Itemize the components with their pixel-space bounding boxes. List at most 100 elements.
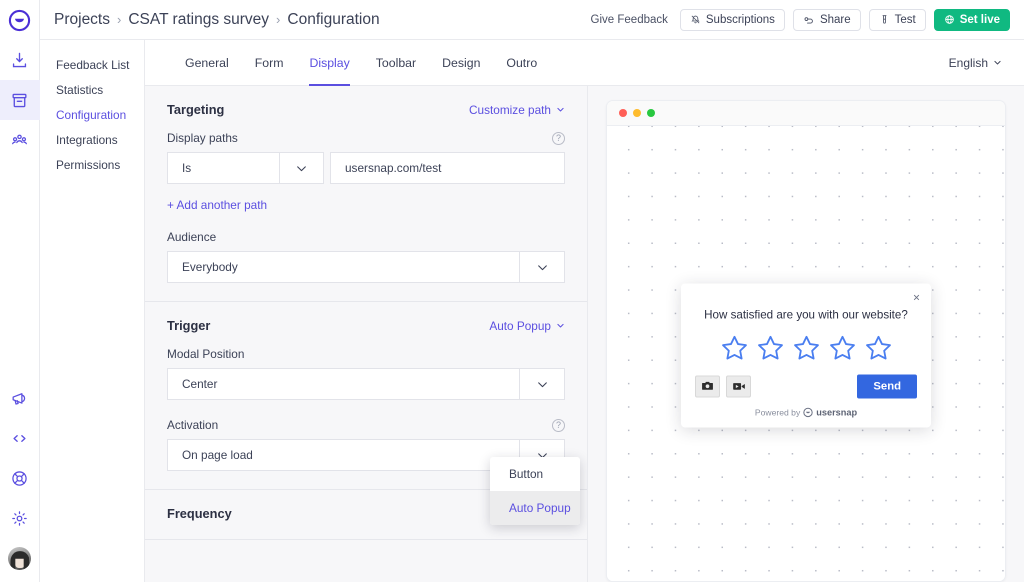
rail-item-team[interactable] xyxy=(0,120,40,160)
rail-secondary-items xyxy=(0,378,40,582)
close-icon[interactable]: × xyxy=(913,291,920,303)
body: Feedback List Statistics Configuration I… xyxy=(40,40,1024,582)
nav-item-statistics[interactable]: Statistics xyxy=(40,77,144,102)
add-another-path-button[interactable]: + Add another path xyxy=(167,198,565,212)
inbox-download-icon xyxy=(10,51,29,70)
test-label: Test xyxy=(895,14,916,26)
rail-item-settings[interactable] xyxy=(0,498,40,538)
star-icon-5[interactable] xyxy=(864,333,893,362)
avatar xyxy=(8,547,31,570)
audience-caret xyxy=(519,252,564,282)
dropdown-option-auto-popup[interactable]: Auto Popup xyxy=(490,491,580,525)
nav-item-feedback-list[interactable]: Feedback List xyxy=(40,52,144,77)
rail-item-developers[interactable] xyxy=(0,418,40,458)
tab-toolbar[interactable]: Toolbar xyxy=(376,40,416,86)
breadcrumb-configuration[interactable]: Configuration xyxy=(287,11,379,29)
rail-item-inbox[interactable] xyxy=(0,40,40,80)
rail-item-avatar[interactable] xyxy=(0,538,40,578)
nav-item-configuration[interactable]: Configuration xyxy=(40,102,144,127)
top-actions: Give Feedback Subscriptions Share xyxy=(587,9,1010,31)
chevron-down-icon xyxy=(295,162,308,175)
code-brackets-icon xyxy=(10,429,29,448)
path-operator-select[interactable]: Is xyxy=(167,152,279,184)
settings-form-pane: Targeting Customize path Display paths ? xyxy=(145,86,588,582)
window-dot-minimize xyxy=(633,109,641,117)
usersnap-smile-logo xyxy=(803,407,813,417)
share-link-icon xyxy=(803,14,815,26)
display-paths-label-row: Display paths ? xyxy=(167,131,565,145)
content: General Form Display Toolbar Design Outr… xyxy=(145,40,1024,582)
path-operator-caret[interactable] xyxy=(279,152,324,184)
app-root: Projects › CSAT ratings survey › Configu… xyxy=(0,0,1024,582)
tab-bar: General Form Display Toolbar Design Outr… xyxy=(145,40,1024,86)
modal-position-select[interactable]: Center xyxy=(167,368,565,400)
rail-item-help[interactable] xyxy=(0,458,40,498)
modal-position-label-row: Modal Position xyxy=(167,347,565,361)
trigger-type-button[interactable]: Auto Popup xyxy=(489,319,565,333)
app-logo[interactable] xyxy=(0,0,40,40)
top-bar: Projects › CSAT ratings survey › Configu… xyxy=(40,0,1024,40)
send-button[interactable]: Send xyxy=(857,374,917,398)
lifebuoy-icon xyxy=(10,469,29,488)
audience-label: Audience xyxy=(167,230,216,244)
language-selector[interactable]: English xyxy=(949,56,1002,70)
language-label: English xyxy=(949,56,988,70)
trigger-type-dropdown: Button Auto Popup xyxy=(490,457,580,525)
display-paths-label: Display paths xyxy=(167,131,238,145)
nav-item-permissions[interactable]: Permissions xyxy=(40,152,144,177)
rail-item-projects[interactable] xyxy=(0,80,40,120)
test-button[interactable]: Test xyxy=(869,9,926,31)
subscriptions-label: Subscriptions xyxy=(706,14,775,26)
breadcrumb-survey[interactable]: CSAT ratings survey xyxy=(128,11,269,29)
activation-help-icon[interactable]: ? xyxy=(552,419,565,432)
browser-mockup: × How satisfied are you with our website… xyxy=(606,100,1006,582)
chevron-down-icon xyxy=(536,378,549,391)
powered-by-text: Powered by xyxy=(755,407,800,417)
trigger-header: Trigger Auto Popup xyxy=(167,318,565,333)
audience-select[interactable]: Everybody xyxy=(167,251,565,283)
chevron-down-icon xyxy=(556,105,565,114)
breadcrumb-separator: › xyxy=(276,12,280,27)
star-icon-2[interactable] xyxy=(756,333,785,362)
targeting-header: Targeting Customize path xyxy=(167,102,565,117)
star-icon-3[interactable] xyxy=(792,333,821,362)
dropdown-option-button[interactable]: Button xyxy=(490,457,580,491)
screenshot-button[interactable] xyxy=(695,375,720,397)
modal-position-label: Modal Position xyxy=(167,347,244,361)
modal-actions: Send xyxy=(695,374,917,398)
archive-box-icon xyxy=(10,91,29,110)
path-value-input[interactable]: usersnap.com/test xyxy=(330,152,565,184)
survey-question: How satisfied are you with our website? xyxy=(695,308,917,321)
share-label: Share xyxy=(820,14,851,26)
display-paths-help-icon[interactable]: ? xyxy=(552,132,565,145)
star-rating xyxy=(695,333,917,362)
subscriptions-button[interactable]: Subscriptions xyxy=(680,9,785,31)
star-icon-4[interactable] xyxy=(828,333,857,362)
customize-path-button[interactable]: Customize path xyxy=(469,103,565,117)
right-column: Projects › CSAT ratings survey › Configu… xyxy=(40,0,1024,582)
nav-item-integrations[interactable]: Integrations xyxy=(40,127,144,152)
star-icon-1[interactable] xyxy=(720,333,749,362)
tab-design[interactable]: Design xyxy=(442,40,480,86)
video-button[interactable] xyxy=(726,375,751,397)
audience-value: Everybody xyxy=(168,260,519,274)
tab-display[interactable]: Display xyxy=(309,40,349,86)
rail-item-announcements[interactable] xyxy=(0,378,40,418)
display-path-row: Is usersnap.com/test xyxy=(167,152,565,184)
share-button[interactable]: Share xyxy=(793,9,861,31)
tab-form[interactable]: Form xyxy=(255,40,284,86)
activation-label-row: Activation ? xyxy=(167,418,565,432)
panes: Targeting Customize path Display paths ? xyxy=(145,86,1024,582)
tab-outro[interactable]: Outro xyxy=(506,40,537,86)
targeting-title: Targeting xyxy=(167,102,224,117)
chevron-down-icon xyxy=(556,321,565,330)
project-nav: Feedback List Statistics Configuration I… xyxy=(40,40,145,582)
rail-primary-items xyxy=(0,40,40,160)
tab-general[interactable]: General xyxy=(185,40,229,86)
powered-by-brand: usersnap xyxy=(816,407,857,417)
set-live-label: Set live xyxy=(960,14,1000,26)
give-feedback-button[interactable]: Give Feedback xyxy=(587,14,672,26)
breadcrumb-projects[interactable]: Projects xyxy=(54,11,110,29)
set-live-button[interactable]: Set live xyxy=(934,9,1010,31)
megaphone-icon xyxy=(10,389,29,408)
